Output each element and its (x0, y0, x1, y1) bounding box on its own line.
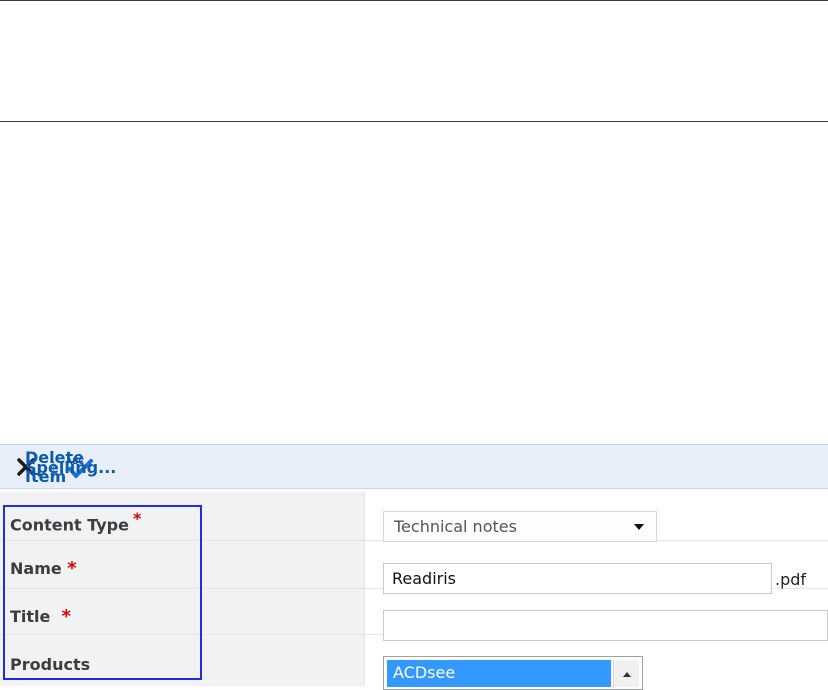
spelling-button[interactable]: ABC Spelling... (25, 455, 116, 479)
title-field[interactable] (383, 610, 828, 641)
file-extension: .pdf (775, 570, 807, 589)
chevron-down-icon (634, 524, 644, 530)
ribbon-toolbar: Delete Item | ABC Spelling... (0, 444, 828, 489)
products-option-selected[interactable]: ACDsee (387, 660, 611, 687)
scroll-up-arrow-icon[interactable] (613, 660, 639, 687)
annotation-highlight-box (3, 505, 202, 680)
header-divider (0, 121, 828, 122)
spelling-label: Spelling... (25, 457, 117, 477)
products-listbox[interactable]: ACDsee (383, 656, 643, 690)
content-type-value: Technical notes (394, 517, 517, 536)
top-divider (0, 0, 828, 1)
name-field[interactable] (383, 563, 772, 594)
content-type-select[interactable]: Technical notes (383, 511, 657, 542)
